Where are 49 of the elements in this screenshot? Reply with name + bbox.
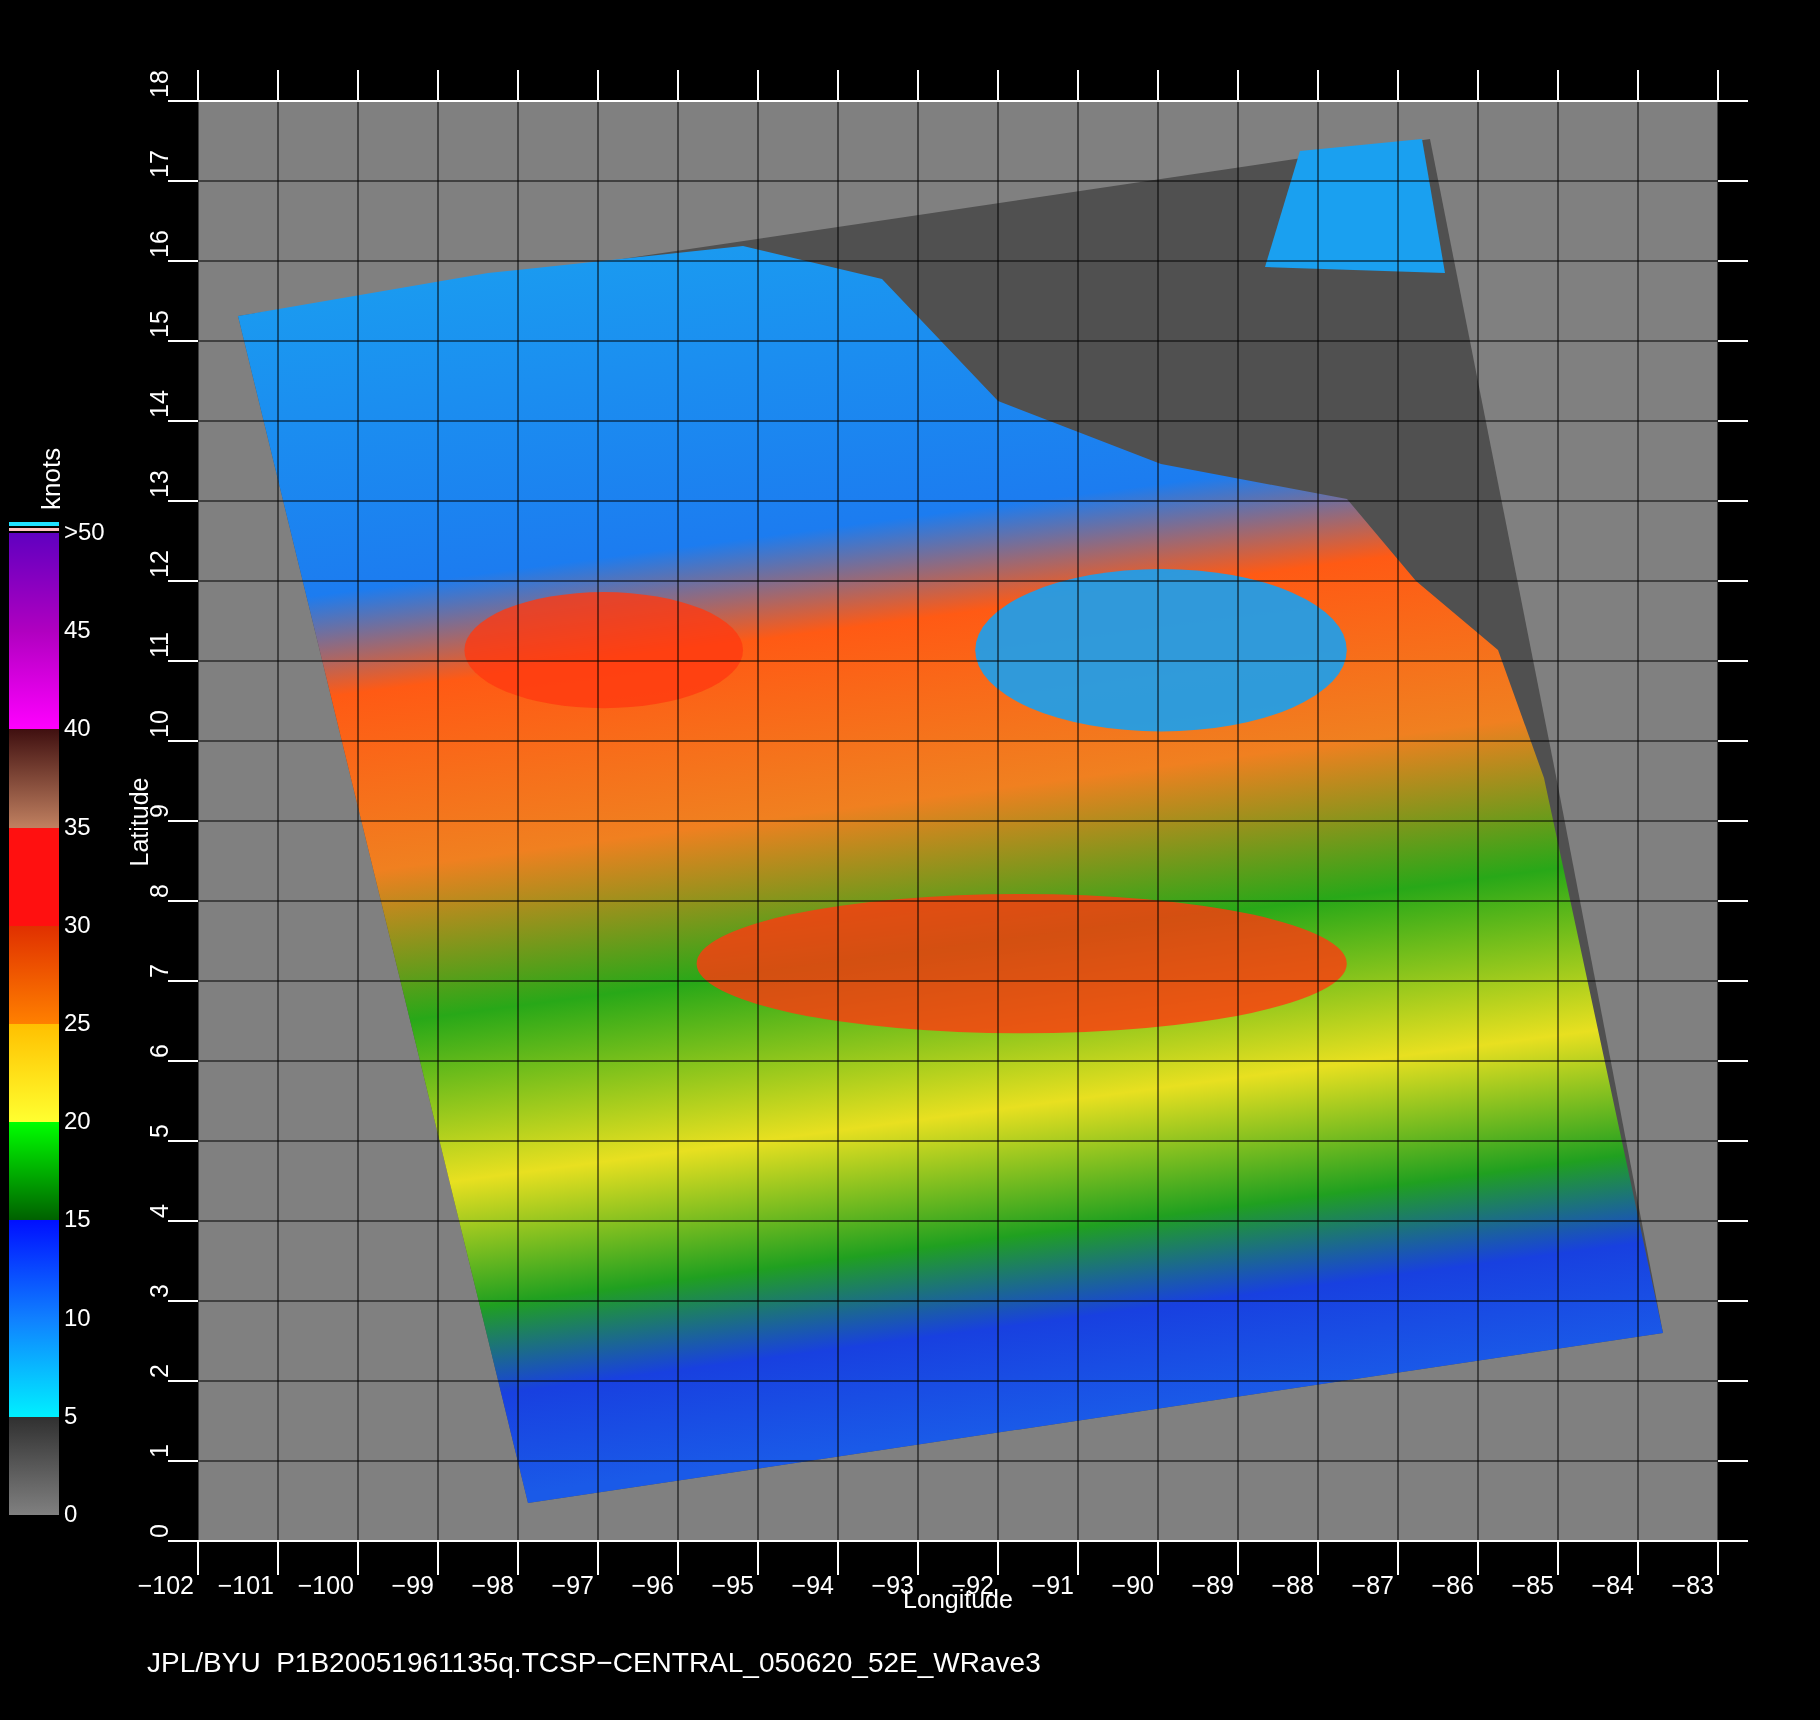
y-tick-label: 6 — [145, 1044, 173, 1058]
y-tick-label: 12 — [145, 550, 173, 578]
x-tick-label: −87 — [1351, 1571, 1394, 1599]
colorbar-label: 15 — [64, 1205, 91, 1233]
y-tick-label: 7 — [145, 964, 173, 978]
y-tick-label: 18 — [145, 70, 173, 98]
colorbar-label: 0 — [64, 1500, 78, 1527]
colorbar-label: 5 — [64, 1401, 78, 1429]
x-tick-label: −83 — [1671, 1571, 1714, 1599]
y-tick-label: 11 — [145, 632, 173, 658]
x-tick-label: −90 — [1111, 1571, 1154, 1599]
x-tick-label: −102 — [137, 1571, 194, 1599]
y-tick-label: 13 — [145, 470, 173, 498]
colorbar-label: >50 — [64, 518, 105, 545]
y-tick-label: 16 — [145, 230, 173, 258]
y-tick-label: 4 — [145, 1204, 173, 1218]
colorbar-label: 25 — [64, 1009, 91, 1036]
x-tick-label: −94 — [791, 1571, 834, 1599]
x-tick-label: −84 — [1591, 1571, 1634, 1599]
colorbar-label: 30 — [64, 910, 91, 938]
y-tick-label: 10 — [145, 710, 173, 738]
x-tick-label: −89 — [1191, 1571, 1234, 1599]
y-tick-label: 1 — [145, 1444, 173, 1458]
x-tick-label: −86 — [1431, 1571, 1474, 1599]
colorbar-label: 10 — [64, 1303, 91, 1331]
x-tick-label: −95 — [711, 1571, 754, 1599]
x-tick-label: −101 — [217, 1571, 274, 1599]
x-tick-label: −91 — [1031, 1571, 1074, 1599]
y-tick-label: 15 — [145, 310, 173, 338]
plot-caption: JPL/BYU P1B20051961135q.TCSP−CENTRAL_050620_52E_WRave3 — [147, 1647, 1041, 1678]
x-tick-label: −96 — [631, 1571, 674, 1599]
colorbar-label: 35 — [64, 812, 91, 840]
colorbar-label: 45 — [64, 616, 91, 644]
y-tick-label: 5 — [145, 1124, 173, 1138]
x-tick-label: −88 — [1271, 1571, 1314, 1599]
x-tick-label: −85 — [1511, 1571, 1554, 1599]
y-tick-label: 17 — [145, 150, 173, 178]
x-tick-label: −97 — [551, 1571, 594, 1599]
x-tick-label: −99 — [391, 1571, 434, 1599]
y-tick-label: 0 — [145, 1524, 173, 1538]
colorbar-label: 20 — [64, 1107, 91, 1135]
colorbar-unit: knots — [36, 447, 66, 510]
colorbar-label: 40 — [64, 714, 91, 742]
y-tick-label: 14 — [145, 390, 173, 418]
x-tick-label: −98 — [471, 1571, 514, 1599]
y-tick-label: 8 — [145, 884, 173, 898]
y-tick-label: 3 — [145, 1284, 173, 1298]
x-tick-label: −100 — [297, 1571, 354, 1599]
y-tick-label: 2 — [145, 1364, 173, 1378]
